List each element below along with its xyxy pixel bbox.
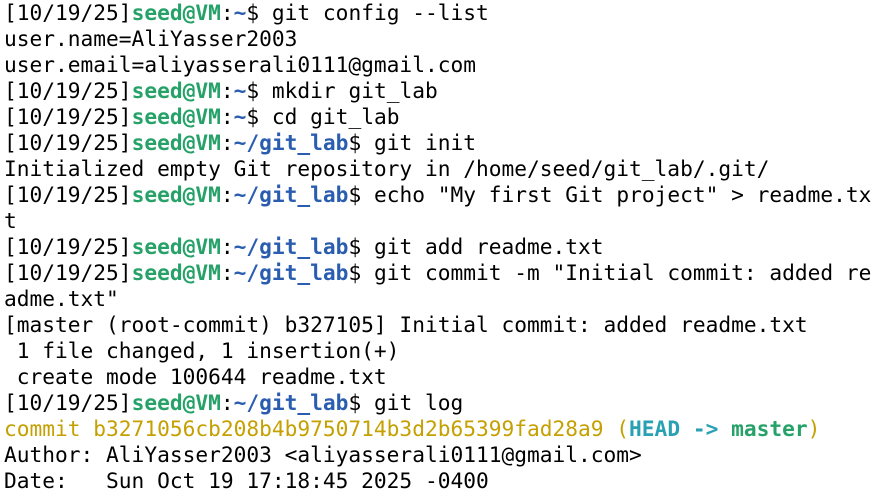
command-text: git init [373, 130, 477, 155]
prompt-colon: : [220, 0, 234, 25]
prompt-symbol: $ [348, 182, 374, 207]
prompt-colon: : [220, 78, 234, 103]
output-line: 1 file changed, 1 insertion(+) [4, 338, 400, 363]
prompt-user-host: seed@VM [131, 0, 221, 25]
prompt-colon: : [220, 182, 234, 207]
prompt-date: [10/19/25] [4, 260, 132, 285]
log-commit-hash: commit b3271056cb208b4b9750714b3d2b65399… [4, 416, 630, 441]
prompt-user-host: seed@VM [131, 260, 221, 285]
log-commit-line: commit b3271056cb208b4b9750714b3d2b65399… [4, 416, 891, 442]
prompt-path: ~/git_lab [233, 234, 349, 259]
command-text: git add readme.txt [373, 234, 604, 259]
output-line: user.name=AliYasser2003 [4, 26, 298, 51]
prompt-line: [10/19/25]seed@VM:~/git_lab$ git init [4, 130, 891, 156]
output-line: user.email=aliyasserali0111@gmail.com [4, 52, 476, 77]
prompt-date: [10/19/25] [4, 78, 132, 103]
prompt-line: [10/19/25]seed@VM:~/git_lab$ git commit … [4, 260, 891, 286]
command-text: git log [373, 390, 464, 415]
prompt-path: ~/git_lab [233, 130, 349, 155]
prompt-date: [10/19/25] [4, 0, 132, 25]
command-wrap-line: t [4, 208, 17, 233]
prompt-colon: : [220, 130, 234, 155]
prompt-date: [10/19/25] [4, 234, 132, 259]
prompt-colon: : [220, 234, 234, 259]
command-text: git commit -m "Initial commit: added re [373, 260, 872, 285]
prompt-user-host: seed@VM [131, 130, 221, 155]
prompt-date: [10/19/25] [4, 130, 132, 155]
log-author-line: Author: AliYasser2003 <aliyasserali0111@… [4, 442, 642, 467]
prompt-user-host: seed@VM [131, 234, 221, 259]
command-wrap-line: adme.txt" [4, 286, 119, 311]
prompt-line: [10/19/25]seed@VM:~/git_lab$ git add rea… [4, 234, 891, 260]
output-line: Initialized empty Git repository in /hom… [4, 156, 770, 181]
prompt-line: [10/19/25]seed@VM:~$ cd git_lab [4, 104, 891, 130]
prompt-date: [10/19/25] [4, 182, 132, 207]
prompt-symbol: $ [246, 104, 272, 129]
prompt-user-host: seed@VM [131, 390, 221, 415]
output-line: create mode 100644 readme.txt [4, 364, 387, 389]
prompt-line: [10/19/25]seed@VM:~/git_lab$ echo "My fi… [4, 182, 891, 208]
prompt-symbol: $ [246, 0, 272, 25]
prompt-user-host: seed@VM [131, 78, 221, 103]
prompt-symbol: $ [348, 260, 374, 285]
prompt-symbol: $ [348, 234, 374, 259]
command-text: mkdir git_lab [271, 78, 438, 103]
prompt-user-host: seed@VM [131, 182, 221, 207]
prompt-symbol: $ [348, 390, 374, 415]
command-text: git config --list [271, 0, 489, 25]
prompt-line: [10/19/25]seed@VM:~$ git config --list [4, 0, 891, 26]
prompt-path: ~ [233, 78, 247, 103]
prompt-symbol: $ [246, 78, 272, 103]
log-commit-suffix: ) [807, 416, 821, 441]
prompt-path: ~/git_lab [233, 390, 349, 415]
prompt-line: [10/19/25]seed@VM:~/git_lab$ git log [4, 390, 891, 416]
prompt-line: [10/19/25]seed@VM:~$ mkdir git_lab [4, 78, 891, 104]
prompt-colon: : [220, 260, 234, 285]
output-line: [master (root-commit) b327105] Initial c… [4, 312, 808, 337]
prompt-colon: : [220, 390, 234, 415]
prompt-symbol: $ [348, 130, 374, 155]
prompt-colon: : [220, 104, 234, 129]
command-text: echo "My first Git project" > readme.tx [373, 182, 872, 207]
command-text: cd git_lab [271, 104, 400, 129]
prompt-path: ~ [233, 0, 247, 25]
log-head-ref: HEAD -> [629, 416, 732, 441]
terminal-window[interactable]: [10/19/25]seed@VM:~$ git config --list u… [0, 0, 895, 502]
log-date-line: Date: Sun Oct 19 17:18:45 2025 -0400 [4, 468, 489, 493]
prompt-date: [10/19/25] [4, 104, 132, 129]
log-branch-ref: master [731, 416, 808, 441]
prompt-path: ~/git_lab [233, 182, 349, 207]
prompt-date: [10/19/25] [4, 390, 132, 415]
prompt-path: ~/git_lab [233, 260, 349, 285]
prompt-user-host: seed@VM [131, 104, 221, 129]
prompt-path: ~ [233, 104, 247, 129]
